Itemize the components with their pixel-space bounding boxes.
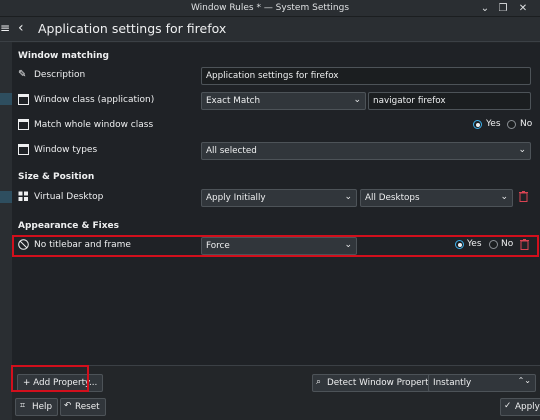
row-description: ✎ Description Application settings for f… [12, 65, 540, 87]
minimize-button[interactable]: ⌄ [478, 2, 492, 15]
page-title: Application settings for firefox [38, 21, 227, 36]
radio-no-label: No [520, 119, 533, 129]
virtual-desktop-policy-select[interactable]: Apply Initially ⌄ [201, 189, 357, 207]
pencil-icon: ✎ [18, 69, 27, 80]
window-types-value: All selected [206, 146, 257, 156]
highlight-box [11, 365, 89, 392]
radio-no[interactable] [507, 120, 516, 129]
chevron-down-icon: ⌄ [518, 145, 526, 155]
description-input[interactable]: Application settings for firefox [201, 67, 531, 85]
row-label: Window types [34, 145, 98, 155]
virtual-desktop-value: All Desktops [365, 193, 420, 203]
help-label: Help [32, 402, 53, 412]
sidebar-marker [0, 191, 12, 203]
apply-button[interactable]: ✓ Apply [500, 398, 540, 416]
help-button[interactable]: ⌗ Help [15, 398, 59, 416]
sidebar-marker [0, 93, 12, 105]
left-sidebar-strip [0, 42, 12, 420]
rules-content: Window matching ✎ Description Applicatio… [12, 43, 540, 365]
back-button[interactable]: ‹ [18, 20, 24, 36]
check-icon: ✓ [504, 401, 512, 411]
row-label: Match whole window class [34, 120, 154, 130]
chevron-down-icon: ⌄ [353, 95, 361, 105]
row-label: Description [34, 70, 86, 80]
footer-bar: + Add Property... ⌕ Detect Window Proper… [12, 365, 540, 420]
window-class-input[interactable]: navigator firefox [368, 92, 531, 110]
trash-icon[interactable] [519, 191, 529, 203]
row-virtual-desktop: Virtual Desktop Apply Initially ⌄ All De… [12, 187, 540, 209]
section-appearance-fixes: Appearance & Fixes [18, 221, 119, 231]
detect-delay-spinbox[interactable]: Instantly ⌃⌄ [428, 374, 536, 392]
virtual-desktop-icon [18, 191, 30, 203]
highlight-box [12, 235, 539, 257]
window-titlebar: Window Rules * — System Settings ⌄ ❐ ✕ [0, 0, 540, 17]
policy-value: Apply Initially [206, 193, 266, 203]
spin-arrows-icon: ⌃⌄ [517, 376, 531, 385]
detect-delay-value: Instantly [433, 378, 472, 388]
reset-button[interactable]: ↶ Reset [60, 398, 106, 416]
reset-icon: ↶ [64, 401, 72, 411]
section-size-position: Size & Position [18, 172, 95, 182]
window-types-select[interactable]: All selected ⌄ [201, 142, 531, 160]
radio-yes[interactable] [473, 120, 482, 129]
detect-label: Detect Window Properties [327, 378, 442, 388]
window-icon [18, 119, 30, 131]
row-label: Window class (application) [34, 95, 155, 105]
row-match-whole: Match whole window class Yes No [12, 115, 540, 137]
window-icon [18, 144, 30, 156]
hamburger-menu-icon[interactable]: ≡ [0, 21, 10, 35]
row-window-types: Window types All selected ⌄ [12, 140, 540, 162]
radio-yes-label: Yes [486, 119, 501, 129]
row-label: Virtual Desktop [34, 192, 104, 202]
maximize-button[interactable]: ❐ [496, 2, 510, 15]
virtual-desktop-select[interactable]: All Desktops ⌄ [360, 189, 513, 207]
section-window-matching: Window matching [18, 51, 109, 61]
row-window-class: Window class (application) Exact Match ⌄… [12, 90, 540, 112]
apply-label: Apply [515, 402, 540, 412]
match-type-value: Exact Match [206, 96, 261, 106]
chevron-down-icon: ⌄ [500, 192, 508, 202]
match-type-select[interactable]: Exact Match ⌄ [201, 92, 366, 110]
close-button[interactable]: ✕ [516, 2, 530, 15]
page-header: ≡ ‹ Application settings for firefox [0, 17, 540, 42]
window-icon [18, 94, 30, 106]
window-title: Window Rules * — System Settings [190, 3, 350, 13]
help-icon: ⌗ [20, 401, 25, 411]
detect-window-properties-button[interactable]: ⌕ Detect Window Properties [312, 374, 448, 392]
search-icon: ⌕ [316, 377, 321, 387]
reset-label: Reset [75, 402, 100, 412]
chevron-down-icon: ⌄ [344, 192, 352, 202]
